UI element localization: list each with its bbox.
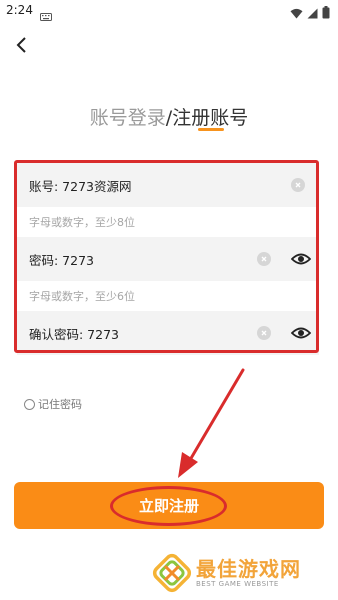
watermark-subtitle: BEST GAME WEBSITE: [196, 580, 279, 588]
site-watermark: 最佳游戏网 BEST GAME WEBSITE: [152, 553, 301, 593]
register-submit-button[interactable]: 立即注册: [14, 482, 324, 529]
watermark-logo-icon: [152, 553, 192, 593]
register-submit-label: 立即注册: [138, 497, 199, 515]
watermark-title: 最佳游戏网: [196, 557, 301, 581]
